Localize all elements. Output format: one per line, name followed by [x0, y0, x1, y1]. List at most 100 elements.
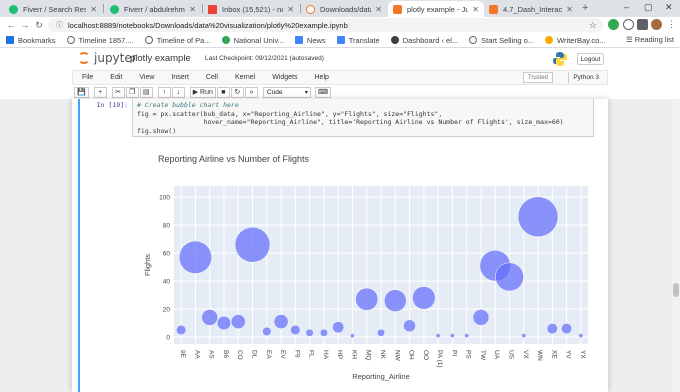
logout-button[interactable]: Logout	[577, 53, 604, 65]
notebook-name[interactable]: plotly example	[130, 53, 191, 64]
paste-icon[interactable]: ▤	[139, 86, 153, 98]
bookmark-item[interactable]: Start Selling o...	[469, 36, 534, 45]
x-tick-label: WN	[536, 350, 543, 361]
kernel-indicator: Python 3	[568, 72, 599, 83]
menu-view[interactable]: View	[139, 74, 154, 81]
forward-icon[interactable]: →	[18, 20, 32, 30]
bookmark-star-icon[interactable]: ☆	[589, 20, 597, 31]
y-axis-title: Flights	[143, 254, 152, 276]
copy-icon[interactable]: ❐	[125, 86, 139, 98]
close-icon[interactable]: ✕	[375, 5, 382, 14]
trusted-badge[interactable]: Trusted	[522, 72, 553, 83]
code-line-3: hover_name="Reporting_Airline", title='R…	[137, 118, 564, 126]
bubble-point	[201, 309, 219, 326]
sync-icon[interactable]	[623, 19, 634, 30]
close-icon[interactable]: ✕	[189, 5, 196, 14]
close-window-icon[interactable]: ✕	[665, 2, 673, 13]
close-icon[interactable]: ✕	[472, 5, 479, 14]
bubble-point	[355, 287, 379, 311]
code-cell-input[interactable]: # Create bubble chart here fig = px.scatt…	[132, 99, 594, 137]
restart-run-all-icon[interactable]: »	[244, 86, 258, 98]
site-icon	[221, 36, 230, 44]
back-icon[interactable]: ←	[4, 20, 18, 30]
x-tick-label: OH	[408, 350, 415, 360]
maximize-icon[interactable]: ▢	[644, 2, 653, 13]
x-tick-label: PS	[465, 350, 472, 359]
bubble-point	[578, 333, 584, 339]
bookmark-item[interactable]: Dashboard ‹ el...	[390, 36, 458, 45]
code-line-4: fig.show()	[137, 126, 177, 135]
close-icon[interactable]: ✕	[90, 5, 97, 14]
info-icon[interactable]: ⓘ	[56, 20, 63, 30]
bubble-point	[332, 321, 345, 334]
bubble-point	[262, 326, 272, 336]
bookmark-item[interactable]: Translate	[336, 36, 380, 45]
x-tick-label: MQ	[365, 350, 372, 360]
y-tick-label: 40	[163, 279, 171, 286]
reading-list-button[interactable]: ☰ Reading list	[626, 35, 674, 44]
address-bar[interactable]: ⓘ localhost:8889/notebooks/Downloads/dat…	[48, 18, 603, 32]
cut-icon[interactable]: ✂	[111, 86, 125, 98]
bubble-point	[517, 196, 559, 238]
browser-tab-1[interactable]: Fiverr / Search Resu ✕	[4, 1, 102, 17]
close-icon[interactable]: ✕	[566, 5, 573, 14]
browser-tab-3[interactable]: Inbox (15,521) - nou ✕	[203, 1, 299, 17]
move-up-icon[interactable]: ↑	[157, 86, 171, 98]
stop-icon[interactable]: ■	[216, 86, 230, 98]
page-scrollbar[interactable]	[672, 99, 680, 392]
jupyter-icon	[306, 4, 315, 14]
bubble-point	[216, 315, 232, 331]
site-icon	[545, 36, 554, 44]
x-tick-label: YX	[579, 350, 586, 359]
x-tick-label: OO	[422, 350, 429, 360]
bubble-point	[384, 289, 407, 312]
jupyter-logo[interactable]: jupyter	[78, 51, 137, 65]
menu-insert[interactable]: Insert	[171, 74, 189, 81]
bookmark-item[interactable]: National Univ...	[221, 36, 284, 45]
bookmark-item[interactable]: News	[294, 36, 326, 45]
save-icon[interactable]: 💾	[74, 86, 89, 98]
x-tick-label: TW	[479, 350, 486, 361]
bookmark-item[interactable]: Timeline of Pa...	[144, 36, 211, 45]
x-tick-label: UA	[493, 350, 500, 360]
extension-icon[interactable]	[608, 19, 619, 30]
bookmark-item[interactable]: WriterBay.co...	[545, 36, 606, 45]
bookmark-item[interactable]: Bookmarks	[6, 36, 56, 45]
menu-file[interactable]: File	[82, 74, 93, 81]
reload-icon[interactable]: ↻	[32, 20, 46, 31]
restart-icon[interactable]: ↻	[230, 86, 244, 98]
cell-type-select[interactable]: Code	[262, 86, 311, 98]
command-palette-icon[interactable]: ⌨	[314, 86, 331, 98]
y-tick-label: 20	[163, 307, 171, 314]
puzzle-icon[interactable]	[637, 19, 648, 30]
browser-tab-active[interactable]: plotly example - Jup ✕	[388, 1, 484, 17]
minimize-icon[interactable]: –	[624, 2, 629, 12]
new-tab-button[interactable]: +	[582, 2, 588, 14]
bubble-chart[interactable]: Reporting Airline vs Number of Flights 0…	[132, 140, 602, 392]
bubble-point	[561, 323, 573, 335]
run-button[interactable]: ▶ Run	[189, 86, 216, 98]
x-tick-label: DL	[251, 350, 258, 359]
close-icon[interactable]: ✕	[287, 5, 294, 14]
avatar[interactable]	[651, 19, 662, 30]
bookmark-item[interactable]: Timeline 1857....	[66, 36, 134, 45]
jupyter-icon	[489, 4, 498, 14]
browser-tab-4[interactable]: Downloads/data vis✕	[301, 1, 387, 17]
scrollbar-thumb[interactable]	[673, 283, 679, 297]
add-cell-icon[interactable]: +	[93, 86, 107, 98]
browser-toolbar: ← → ↻ ⓘ localhost:8889/notebooks/Downloa…	[0, 17, 680, 33]
menu-kernel[interactable]: Kernel	[235, 74, 255, 81]
move-down-icon[interactable]: ↓	[171, 86, 185, 98]
menu-kebab-icon[interactable]: ⋮	[666, 19, 677, 30]
bubble-point	[273, 314, 289, 330]
x-axis-title: Reporting_Airline	[352, 372, 410, 381]
menu-cell[interactable]: Cell	[206, 74, 218, 81]
menu-edit[interactable]: Edit	[110, 74, 122, 81]
menu-widgets[interactable]: Widgets	[272, 74, 297, 81]
y-tick-label: 0	[166, 335, 170, 342]
browser-tab-6[interactable]: 4.7_Dash_Interactiv✕	[484, 1, 578, 17]
x-tick-label: CO	[236, 350, 243, 360]
browser-tab-2[interactable]: Fiverr / abdulrehma ✕	[105, 1, 201, 17]
menu-help[interactable]: Help	[315, 74, 329, 81]
x-tick-label: 9E	[179, 350, 186, 359]
